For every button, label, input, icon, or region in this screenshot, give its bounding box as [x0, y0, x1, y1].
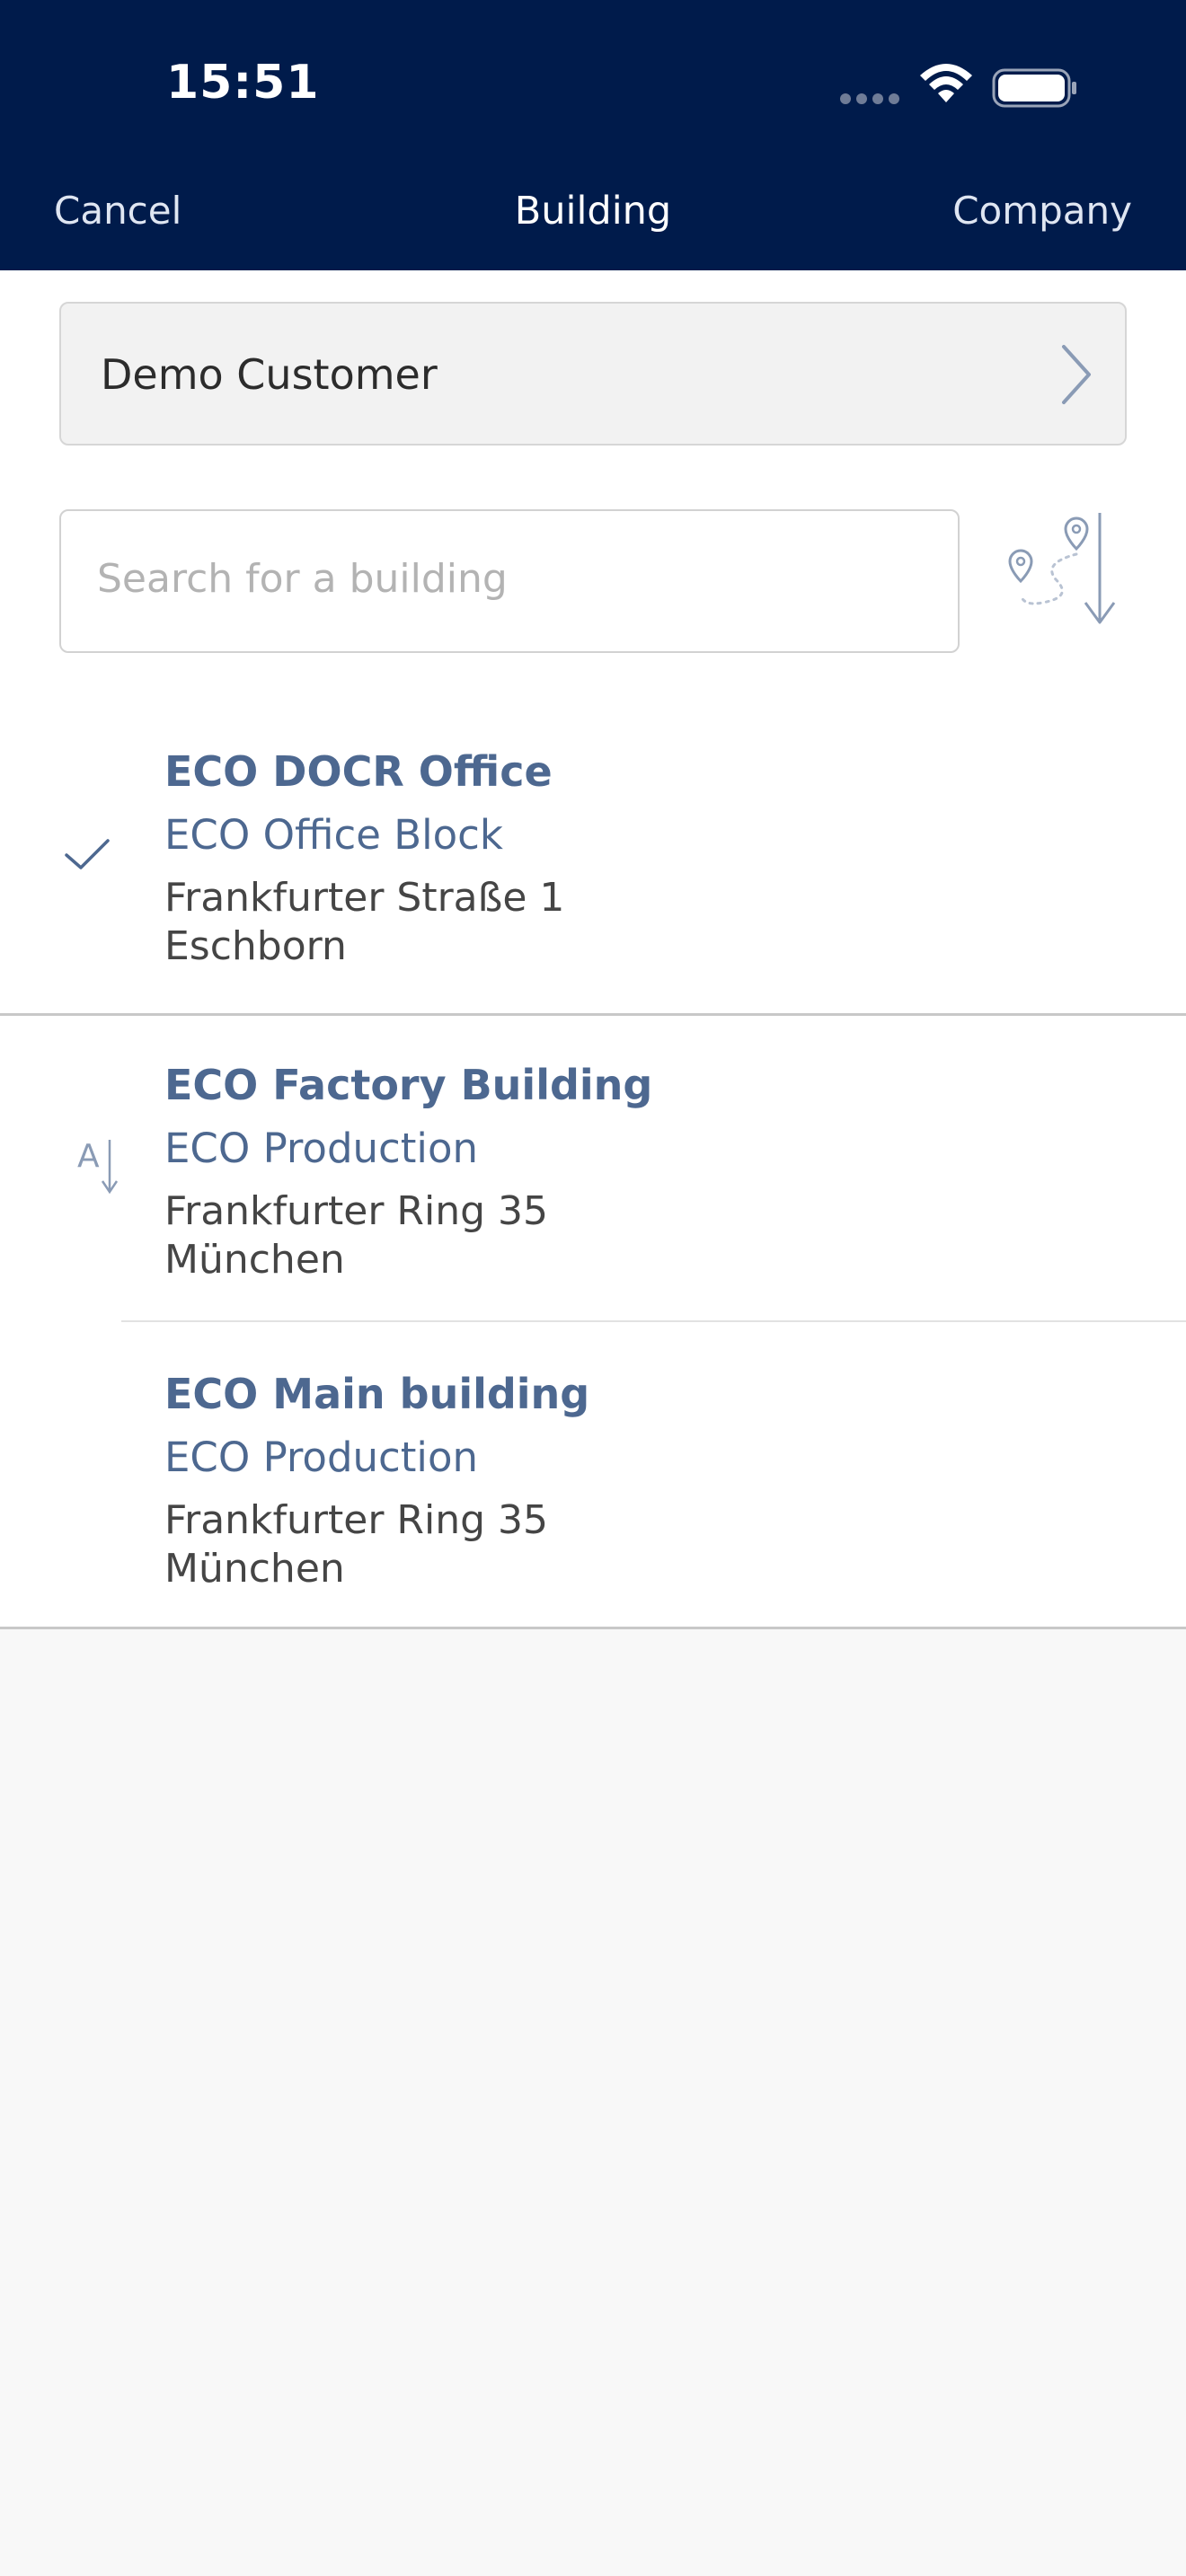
list-end-divider: [0, 1627, 1186, 1629]
building-group: ECO Production: [164, 1434, 478, 1481]
search-field[interactable]: [59, 509, 960, 653]
building-name: ECO Factory Building: [164, 1061, 653, 1109]
building-street: Frankfurter Ring 35: [164, 1188, 548, 1234]
list-item[interactable]: A ECO Factory Building ECO Production Fr…: [0, 1017, 1186, 1323]
building-street: Frankfurter Straße 1: [164, 875, 565, 921]
building-name: ECO DOCR Office: [164, 747, 553, 796]
battery-icon: [992, 68, 1076, 108]
list-item[interactable]: ECO Main building ECO Production Frankfu…: [0, 1323, 1186, 1629]
sort-by-distance-icon[interactable]: [988, 509, 1123, 635]
building-group: ECO Office Block: [164, 811, 503, 859]
building-list: ECO DOCR Office ECO Office Block Frankfu…: [0, 684, 1186, 1629]
app-header: 15:51 Cancel Building Company: [0, 0, 1186, 270]
search-input[interactable]: [97, 556, 906, 602]
section-divider: [0, 1013, 1186, 1016]
checkmark-icon: [65, 839, 110, 869]
building-name: ECO Main building: [164, 1370, 590, 1418]
index-letter: A: [77, 1138, 100, 1175]
building-city: Eschborn: [164, 923, 347, 969]
building-city: München: [164, 1546, 345, 1592]
chevron-right-icon: [1062, 345, 1091, 404]
alphabetical-index-icon: A: [77, 1138, 119, 1195]
status-time: 15:51: [166, 56, 320, 110]
building-city: München: [164, 1237, 345, 1283]
company-button[interactable]: Company: [952, 189, 1132, 233]
customer-label: Demo Customer: [101, 350, 438, 399]
cellular-signal-icon: [840, 93, 899, 104]
building-group: ECO Production: [164, 1125, 478, 1172]
wifi-icon: [920, 64, 972, 102]
customer-selector[interactable]: Demo Customer: [59, 302, 1127, 446]
arrow-down-icon: [101, 1140, 118, 1195]
list-item[interactable]: ECO DOCR Office ECO Office Block Frankfu…: [0, 684, 1186, 1016]
row-divider: [121, 1320, 1186, 1322]
building-street: Frankfurter Ring 35: [164, 1497, 548, 1543]
